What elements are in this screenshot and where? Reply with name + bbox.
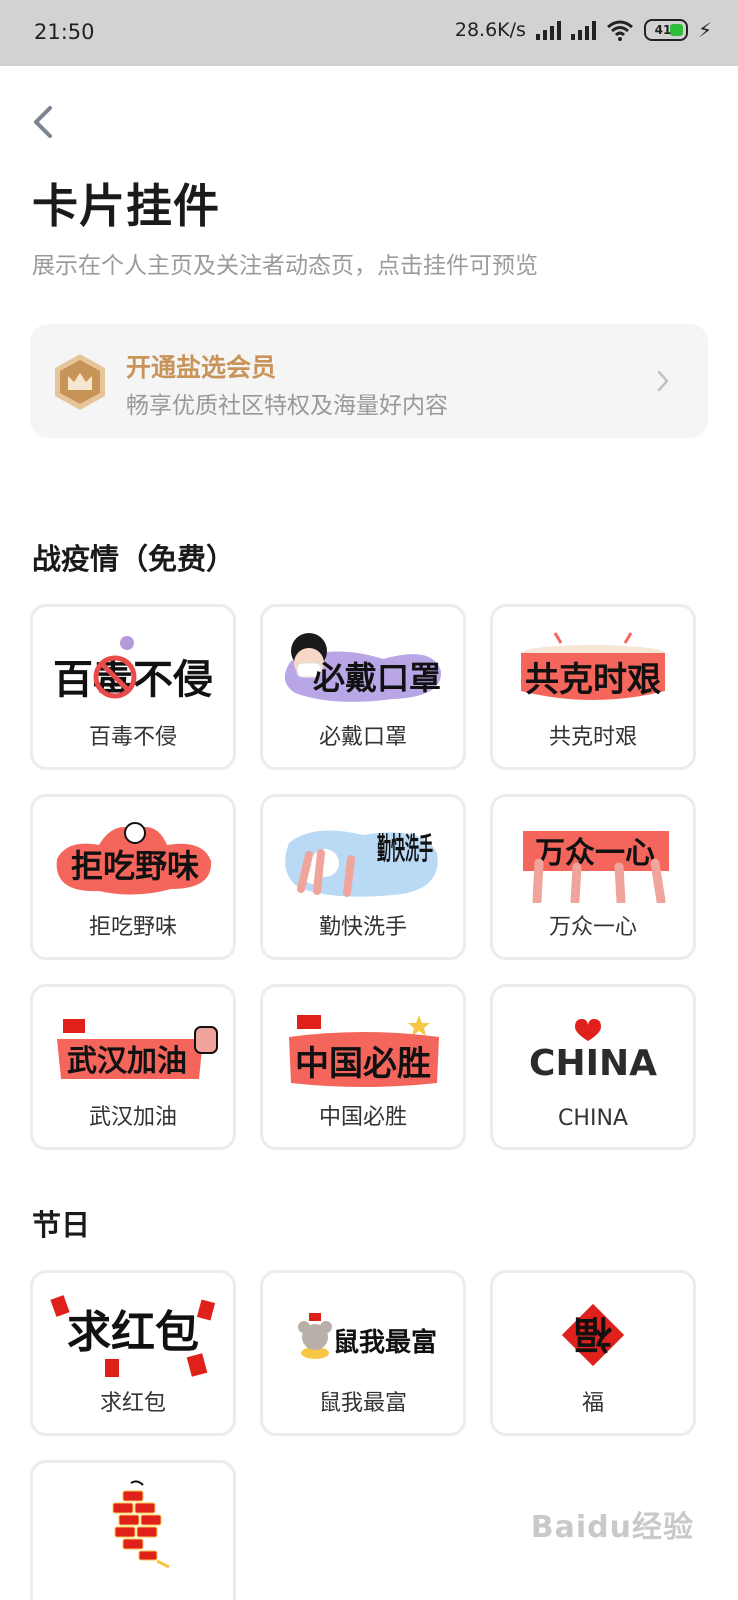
sticker-label: CHINA xyxy=(558,1106,628,1131)
sticker-art-text: 拒吃野味 xyxy=(71,847,199,885)
section-title-epidemic: 战疫情（免费） xyxy=(32,542,236,576)
flag-fist-icon: 武汉加油 xyxy=(33,1003,233,1095)
sticker-art-text: 中国必胜 xyxy=(295,1044,431,1084)
crown-hexagon-icon xyxy=(55,354,105,410)
sticker-card[interactable]: 勤快洗手 勤快洗手 xyxy=(260,794,466,960)
sticker-art-text: 共克时艰 xyxy=(525,660,662,700)
ghost-splash-icon: 拒吃野味 xyxy=(33,813,233,905)
banner-hands-icon: 万众一心 xyxy=(493,813,693,905)
heart-china-icon: CHINA xyxy=(493,1003,693,1095)
sticker-art-text: 万众一心 xyxy=(535,836,655,871)
sticker-grid-festival: 求红包 求红包 鼠我最富 鼠我最富 福 福 xyxy=(30,1270,708,1600)
signal-hd-icon xyxy=(535,20,561,40)
sticker-card[interactable]: 福 福 xyxy=(490,1270,696,1436)
sticker-card[interactable]: 必戴口罩 必戴口罩 xyxy=(260,604,466,770)
chevron-left-icon xyxy=(34,106,52,138)
vip-title: 开通盐选会员 xyxy=(126,353,277,382)
sticker-card[interactable] xyxy=(30,1460,236,1600)
mask-girl-icon: 必戴口罩 xyxy=(263,623,463,715)
sticker-label: 武汉加油 xyxy=(88,1105,177,1130)
vip-membership-card[interactable]: 开通盐选会员 畅享优质社区特权及海量好内容 xyxy=(30,324,708,438)
sticker-card[interactable]: 中国必胜 中国必胜 xyxy=(260,984,466,1150)
hand-wash-icon: 勤快洗手 xyxy=(263,813,463,905)
sticker-card[interactable]: 鼠我最富 鼠我最富 xyxy=(260,1270,466,1436)
sticker-label: 百毒不侵 xyxy=(88,725,177,750)
sticker-label: 中国必胜 xyxy=(318,1105,407,1130)
sticker-card[interactable]: 共克时艰 共克时艰 xyxy=(490,604,696,770)
sticker-art-text: 求红包 xyxy=(67,1307,199,1358)
sticker-label: 必戴口罩 xyxy=(318,725,407,750)
battery-icon: 41 xyxy=(643,19,688,41)
rat-gold-icon: 鼠我最富 xyxy=(263,1289,463,1381)
sticker-grid-epidemic: 百毒不侵 百毒不侵 必戴口罩 必戴口罩 共克时艰 共克时艰 拒吃野味 拒吃野味 … xyxy=(30,604,708,1150)
sticker-card[interactable]: 万众一心 万众一心 xyxy=(490,794,696,960)
status-indicators: 28.6K/s 41 ⚡ xyxy=(455,18,712,42)
network-speed: 28.6K/s xyxy=(454,19,526,41)
sticker-card[interactable]: 拒吃野味 拒吃野味 xyxy=(30,794,236,960)
sticker-art-text: 鼠我最富 xyxy=(333,1327,437,1358)
sticker-art-text: 福 xyxy=(574,1312,613,1357)
signal-icon xyxy=(570,20,596,40)
chevron-right-icon xyxy=(657,370,669,392)
flag-star-icon: 中国必胜 xyxy=(263,1003,463,1095)
sticker-card[interactable]: CHINA CHINA xyxy=(490,984,696,1150)
sticker-card[interactable]: 求红包 求红包 xyxy=(30,1270,236,1436)
sticker-card[interactable]: 武汉加油 武汉加油 xyxy=(30,984,236,1150)
red-envelope-icon: 求红包 xyxy=(33,1289,233,1381)
virus-no-icon: 百毒不侵 xyxy=(33,623,233,715)
sticker-label: 拒吃野味 xyxy=(88,915,177,940)
sticker-art-text: 勤快洗手 xyxy=(377,832,433,867)
vip-description: 畅享优质社区特权及海量好内容 xyxy=(126,393,448,419)
sticker-label: 福 xyxy=(581,1391,604,1416)
firecracker-icon xyxy=(33,1479,233,1571)
battery-level: 41 xyxy=(654,23,672,37)
sticker-art-text: 必戴口罩 xyxy=(313,659,441,697)
sticker-art-text: 武汉加油 xyxy=(67,1044,187,1079)
page-subtitle: 展示在个人主页及关注者动态页，点击挂件可预览 xyxy=(32,253,538,279)
sticker-label: 勤快洗手 xyxy=(318,915,407,940)
back-button[interactable] xyxy=(28,104,58,140)
sticker-label: 求红包 xyxy=(99,1391,166,1416)
sticker-label: 共克时艰 xyxy=(548,725,637,750)
status-bar: 21:50 28.6K/s 41 ⚡ xyxy=(0,0,738,66)
section-title-festival: 节日 xyxy=(32,1208,91,1242)
wifi-icon xyxy=(606,20,633,41)
sticker-art-text: CHINA xyxy=(529,1043,657,1084)
sticker-label: 鼠我最富 xyxy=(318,1391,407,1416)
sticker-label: 万众一心 xyxy=(548,915,637,940)
drum-icon: 共克时艰 xyxy=(493,623,693,715)
fu-diamond-icon: 福 xyxy=(493,1289,693,1381)
sticker-card[interactable]: 百毒不侵 百毒不侵 xyxy=(30,604,236,770)
baidu-watermark: Baidu经验 xyxy=(530,1510,694,1545)
page-title: 卡片挂件 xyxy=(32,179,220,233)
status-time: 21:50 xyxy=(34,20,95,44)
charging-icon: ⚡ xyxy=(697,18,712,42)
